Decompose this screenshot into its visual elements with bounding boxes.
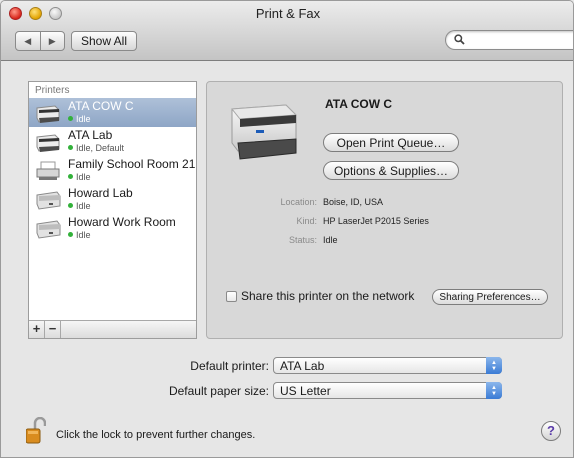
printer-name: ATA COW C [68, 99, 134, 113]
open-print-queue-button[interactable]: Open Print Queue… [323, 133, 459, 152]
printer-name-heading: ATA COW C [325, 97, 393, 111]
status-value: Idle [323, 235, 338, 245]
show-all-button[interactable]: Show All [71, 31, 137, 51]
sharing-preferences-button[interactable]: Sharing Preferences… [432, 289, 548, 305]
status-dot-icon [68, 116, 73, 121]
nav-buttons: ◀ ▶ [15, 31, 65, 51]
printer-details-panel: ATA COW C Open Print Queue… Options & Su… [206, 81, 563, 339]
help-button[interactable]: ? [541, 421, 561, 441]
share-printer-checkbox[interactable] [226, 291, 237, 302]
print-fax-window: Print & Fax ◀ ▶ Show All Printers ATA CO… [0, 0, 574, 458]
printer-name: ATA Lab [68, 128, 113, 142]
printer-list-toolbar: + − [29, 320, 196, 338]
printers-header: Printers [35, 85, 70, 96]
back-button[interactable]: ◀ [16, 32, 40, 50]
printer-status-text: Idle [76, 114, 91, 124]
location-label: Location: [280, 197, 317, 207]
printer-list-item[interactable]: ATA COW C Idle [29, 98, 196, 127]
printer-status: Idle [68, 114, 91, 124]
popup-arrows-icon: ▲ ▼ [486, 382, 502, 399]
kind-label: Kind: [296, 216, 317, 226]
status-dot-icon [68, 145, 73, 150]
printer-list-panel: Printers ATA COW C Idle ATA Lab Idle, Defau… [28, 81, 197, 339]
default-printer-label: Default printer: [190, 359, 269, 373]
printer-status-text: Idle [76, 172, 91, 182]
printer-list: ATA COW C Idle ATA Lab Idle, Default Family … [29, 98, 196, 243]
default-printer-popup[interactable]: ATA Lab ▲ ▼ [273, 357, 502, 374]
printer-icon [35, 102, 61, 124]
back-arrow-icon: ◀ [24, 35, 32, 46]
status-dot-icon [68, 174, 73, 179]
status-dot-icon [68, 232, 73, 237]
add-printer-button[interactable]: + [29, 321, 45, 338]
default-paper-size-popup[interactable]: US Letter ▲ ▼ [273, 382, 502, 399]
default-paper-size-label: Default paper size: [168, 384, 269, 398]
search-input[interactable] [470, 33, 570, 47]
printer-icon [35, 189, 61, 211]
lock-message: Click the lock to prevent further change… [56, 429, 256, 441]
printer-status-text: Idle [76, 201, 91, 211]
printer-list-item[interactable]: ATA Lab Idle, Default [29, 127, 196, 156]
printer-name: Howard Lab [68, 186, 133, 200]
default-printer-value: ATA Lab [280, 359, 325, 373]
remove-printer-button[interactable]: − [45, 321, 61, 338]
kind-value: HP LaserJet P2015 Series [323, 216, 429, 226]
printer-icon [35, 160, 61, 182]
printer-list-item[interactable]: Howard Lab Idle [29, 185, 196, 214]
search-field[interactable] [445, 30, 573, 50]
titlebar: Print & Fax ◀ ▶ Show All [1, 1, 573, 61]
printer-status: Idle [68, 230, 91, 240]
printer-name: Howard Work Room [68, 215, 176, 229]
printer-icon [35, 131, 61, 153]
popup-arrows-icon: ▲ ▼ [486, 357, 502, 374]
status-label: Status: [288, 235, 317, 245]
window-title: Print & Fax [255, 6, 321, 21]
printer-status: Idle [68, 172, 91, 182]
printer-status: Idle, Default [68, 143, 124, 153]
search-icon [454, 34, 465, 45]
printer-status: Idle [68, 201, 91, 211]
printer-list-item[interactable]: Family School Room 21 Idle [29, 156, 196, 185]
options-supplies-button[interactable]: Options & Supplies… [323, 161, 459, 180]
location-value: Boise, ID, USA [323, 197, 384, 207]
printer-status-text: Idle [76, 230, 91, 240]
forward-button[interactable]: ▶ [39, 32, 65, 50]
status-dot-icon [68, 203, 73, 208]
unlocked-lock-icon[interactable] [26, 417, 46, 445]
printer-status-text: Idle, Default [76, 143, 125, 153]
default-paper-size-value: US Letter [280, 384, 331, 398]
forward-arrow-icon: ▶ [48, 35, 56, 46]
printer-name: Family School Room 21 [68, 157, 196, 171]
printer-icon [35, 218, 61, 240]
share-printer-label[interactable]: Share this printer on the network [241, 289, 414, 303]
printer-list-item[interactable]: Howard Work Room Idle [29, 214, 196, 243]
laser-printer-icon [231, 104, 298, 160]
